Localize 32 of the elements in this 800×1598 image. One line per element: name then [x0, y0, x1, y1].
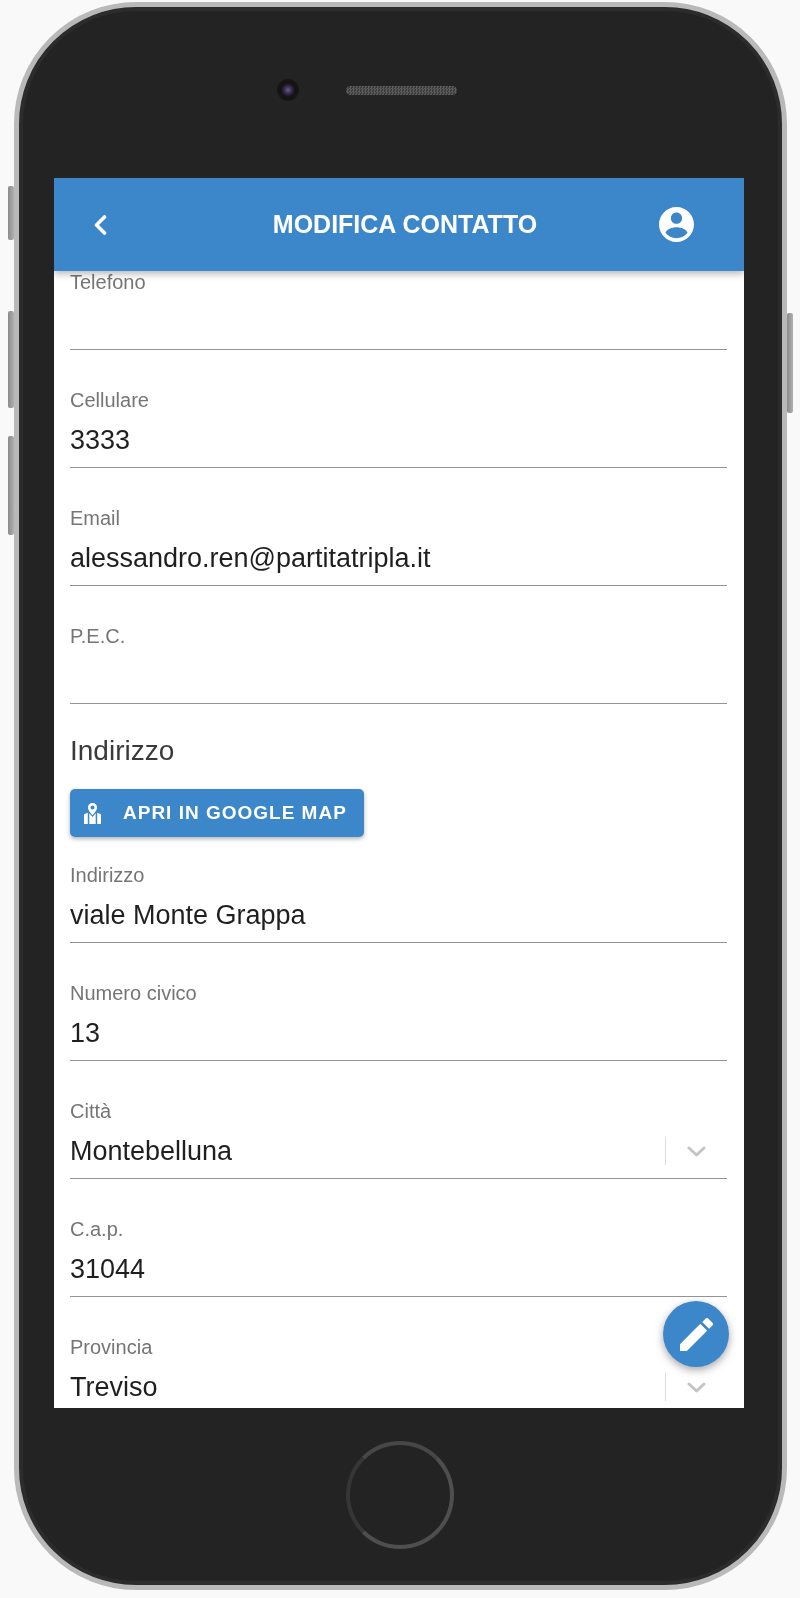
select-field[interactable]: Montebelluna — [70, 1135, 727, 1179]
section-heading: Indirizzo — [70, 735, 175, 767]
text-field[interactable]: viale Monte Grappa — [70, 899, 727, 943]
field-label: Provincia — [70, 1336, 153, 1358]
chevron-down-icon — [687, 1381, 706, 1393]
home-button[interactable] — [346, 1441, 454, 1549]
account-icon — [659, 207, 694, 242]
map-pin-icon — [84, 802, 101, 824]
field-label: Telefono — [70, 271, 146, 293]
text-field[interactable]: 3333 — [70, 424, 727, 468]
account-button[interactable] — [659, 207, 694, 242]
field-label: Indirizzo — [70, 864, 145, 886]
field-label: P.E.C. — [70, 625, 126, 647]
field-label: C.a.p. — [70, 1218, 124, 1240]
select-field[interactable]: Treviso — [70, 1371, 727, 1408]
text-field[interactable]: 13 — [70, 1017, 727, 1061]
field-label: Città — [70, 1100, 112, 1122]
map-button[interactable]: APRI IN GOOGLE MAP — [70, 789, 364, 837]
field-label: Cellulare — [70, 389, 149, 411]
pencil-icon — [679, 1317, 713, 1351]
side-button[interactable] — [8, 186, 14, 240]
back-button[interactable] — [93, 214, 107, 235]
chevron-down-icon — [687, 1145, 706, 1157]
field-label: Numero civico — [70, 982, 197, 1004]
chevron-left-icon — [93, 214, 107, 235]
text-field[interactable]: 31044 — [70, 1253, 727, 1297]
camera-icon — [277, 79, 299, 101]
field-label: Email — [70, 507, 120, 529]
edit-button[interactable] — [663, 1301, 729, 1367]
header-title: MODIFICA CONTATTO — [272, 210, 538, 238]
text-field[interactable]: alessandro.ren@partitatripla.it — [70, 542, 727, 586]
speaker-icon — [346, 86, 457, 95]
